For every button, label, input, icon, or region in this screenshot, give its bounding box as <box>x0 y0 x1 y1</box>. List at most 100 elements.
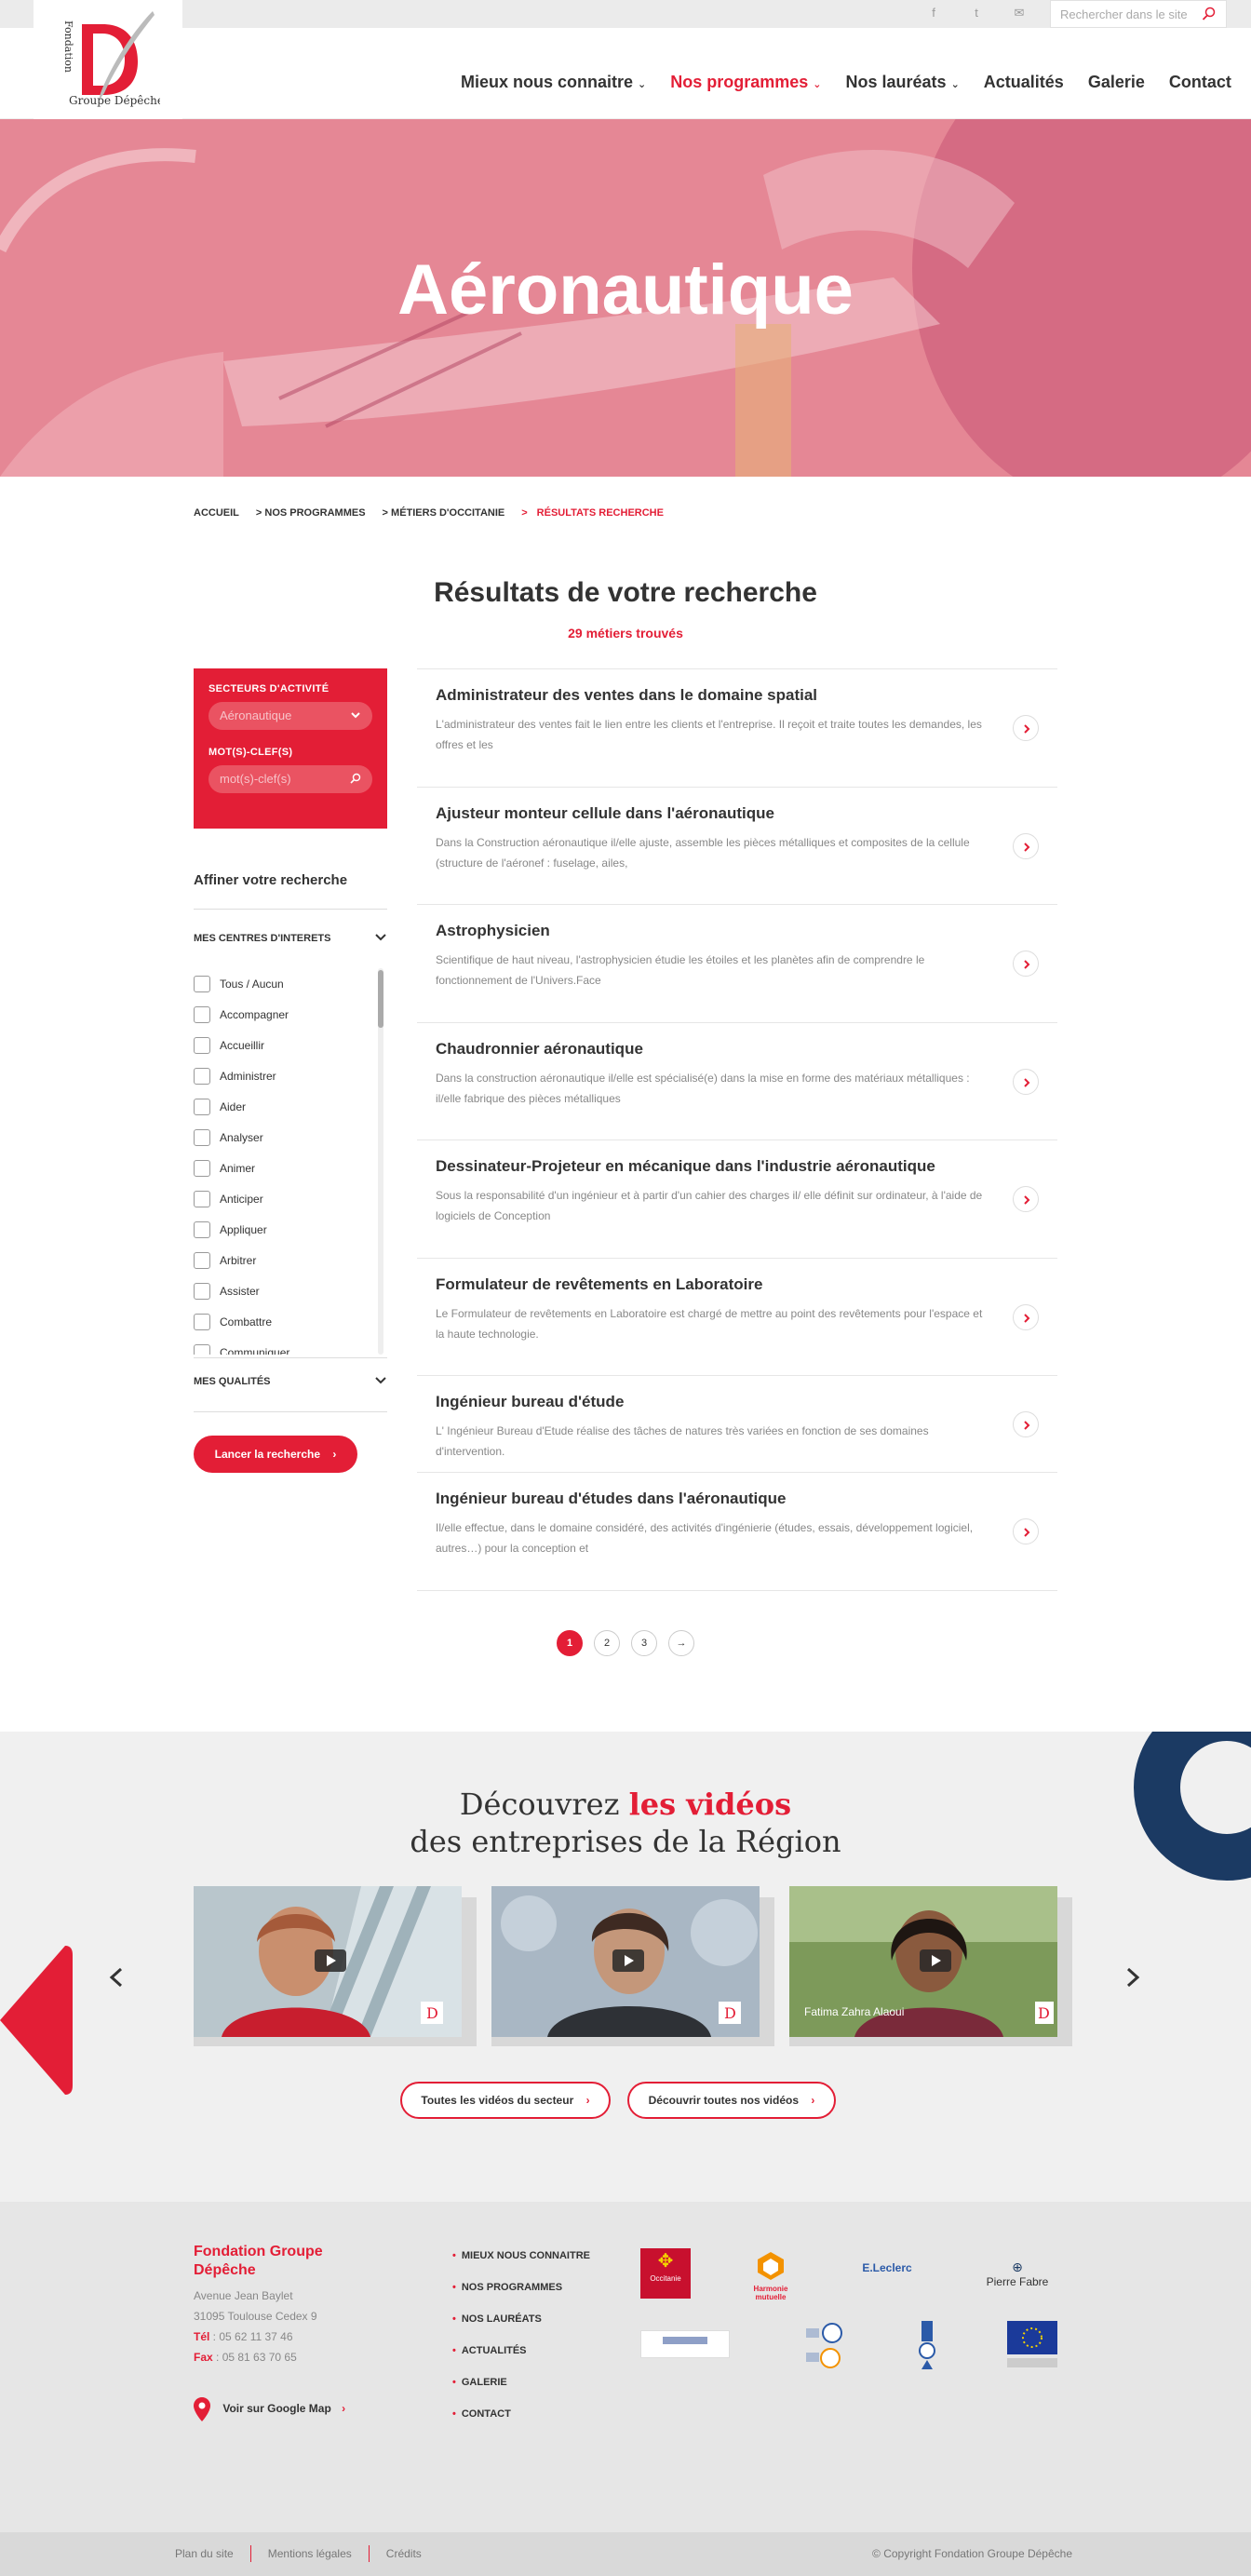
sector-videos-button[interactable]: Toutes les vidéos du secteur › <box>400 2082 611 2119</box>
scrollbar-thumb[interactable] <box>378 970 383 1028</box>
logo[interactable]: Fondation Groupe Dépêche <box>34 0 182 119</box>
twitter-icon[interactable]: t <box>969 6 984 20</box>
breadcrumb-metiers[interactable]: > MÉTIERS D'OCCITANIE <box>383 507 505 519</box>
checkbox-item[interactable]: Aider <box>194 1091 385 1122</box>
play-icon[interactable] <box>315 1949 346 1972</box>
partner-logo-pierre-fabre[interactable]: ⊕ Pierre Fabre <box>977 2259 1057 2288</box>
all-videos-button[interactable]: Découvrir toutes nos vidéos › <box>627 2082 836 2119</box>
checkbox[interactable] <box>194 1282 210 1300</box>
nav-item-nos-laureats[interactable]: Nos lauréats ⌄ <box>846 73 960 92</box>
breadcrumb-home[interactable]: ACCUEIL <box>194 507 239 519</box>
checkbox-item[interactable]: Communiquer <box>194 1337 385 1355</box>
launch-search-button[interactable]: Lancer la recherche › <box>194 1436 357 1473</box>
checkbox[interactable] <box>194 1098 210 1115</box>
breadcrumb-programmes[interactable]: > NOS PROGRAMMES <box>256 507 366 519</box>
checkbox[interactable] <box>194 1128 210 1146</box>
video-thumbnail[interactable]: D <box>491 1886 760 2037</box>
open-job-button[interactable] <box>1013 832 1039 859</box>
mail-icon[interactable]: ✉ <box>1012 6 1027 20</box>
open-job-button[interactable] <box>1013 1518 1039 1544</box>
checkbox-item[interactable]: Accueillir <box>194 1030 385 1060</box>
partner-logo-eu[interactable] <box>1007 2321 1057 2371</box>
partner-logo-kpmg[interactable] <box>640 2330 730 2358</box>
checkbox-item[interactable]: Administrer <box>194 1060 385 1091</box>
play-icon[interactable] <box>612 1949 644 1972</box>
footer-link[interactable]: • NOS PROGRAMMES <box>452 2282 590 2313</box>
sector-select[interactable]: Aéronautique <box>208 702 372 730</box>
keyword-input[interactable]: mot(s)-clef(s) <box>208 765 372 793</box>
open-job-button[interactable] <box>1013 1068 1039 1095</box>
play-icon[interactable] <box>920 1949 951 1972</box>
facebook-icon[interactable]: f <box>926 6 941 20</box>
page-1[interactable]: 1 <box>557 1630 583 1656</box>
nav-item-mieux-nous-connaitre[interactable]: Mieux nous connaitre ⌄ <box>461 73 646 92</box>
checkbox-item[interactable]: Combattre <box>194 1306 385 1337</box>
partner-logo-education[interactable] <box>804 2321 845 2369</box>
nav-item-galerie[interactable]: Galerie <box>1088 73 1145 92</box>
job-title[interactable]: Chaudronnier aéronautique <box>436 1040 983 1059</box>
open-job-button[interactable] <box>1013 1186 1039 1212</box>
list-item[interactable]: Administrateur des ventes dans le domain… <box>417 668 1057 787</box>
checkbox[interactable] <box>194 1343 210 1355</box>
next-page-button[interactable]: → <box>668 1630 694 1656</box>
checkbox-item[interactable]: Arbitrer <box>194 1245 385 1275</box>
checkbox[interactable] <box>194 1005 210 1023</box>
partner-logo-occitanie[interactable]: ✥ Occitanie <box>640 2248 691 2299</box>
checkbox[interactable] <box>194 1190 210 1207</box>
video-thumbnail[interactable]: D Fatima Zahra Alaoui <box>789 1886 1057 2037</box>
checkbox-item[interactable]: Appliquer <box>194 1214 385 1245</box>
checkbox-item[interactable]: Assister <box>194 1275 385 1306</box>
legal-notice-link[interactable]: Mentions légales <box>251 2545 370 2562</box>
checkbox[interactable] <box>194 975 210 992</box>
partner-logo-leclerc[interactable]: E.Leclerc <box>847 2261 927 2274</box>
checkbox-item[interactable]: Tous / Aucun <box>194 968 385 999</box>
list-item[interactable]: Astrophysicien Scientifique de haut nive… <box>417 904 1057 1022</box>
checkbox-item[interactable]: Analyser <box>194 1122 385 1153</box>
checkbox[interactable] <box>194 1067 210 1085</box>
job-title[interactable]: Dessinateur-Projeteur en mécanique dans … <box>436 1157 983 1176</box>
partner-logo-medal[interactable] <box>916 2321 938 2371</box>
checkbox[interactable] <box>194 1313 210 1330</box>
list-item[interactable]: Ingénieur bureau d'études dans l'aéronau… <box>417 1472 1057 1590</box>
nav-item-actualites[interactable]: Actualités <box>984 73 1064 92</box>
search-icon[interactable] <box>350 773 361 784</box>
video-thumbnail[interactable]: D <box>194 1886 462 2037</box>
checkbox-item[interactable]: Accompagner <box>194 999 385 1030</box>
checkbox[interactable] <box>194 1221 210 1238</box>
open-job-button[interactable] <box>1013 951 1039 977</box>
list-item[interactable]: Dessinateur-Projeteur en mécanique dans … <box>417 1140 1057 1258</box>
carousel-next-icon[interactable] <box>1121 1966 1143 1989</box>
accordion-qualities[interactable]: MES QUALITÉS <box>194 1376 387 1387</box>
list-item[interactable]: Chaudronnier aéronautique Dans la constr… <box>417 1022 1057 1140</box>
checklist-scrollbar[interactable] <box>378 968 383 1355</box>
footer-link[interactable]: • MIEUX NOUS CONNAITRE <box>452 2250 590 2282</box>
carousel-prev-icon[interactable] <box>106 1966 128 1989</box>
job-title[interactable]: Astrophysicien <box>436 922 983 940</box>
checkbox[interactable] <box>194 1159 210 1177</box>
job-title[interactable]: Administrateur des ventes dans le domain… <box>436 686 983 705</box>
partner-logo-harmonie[interactable]: Harmonie mutuelle <box>741 2250 800 2301</box>
job-title[interactable]: Ingénieur bureau d'études dans l'aéronau… <box>436 1490 983 1508</box>
nav-item-contact[interactable]: Contact <box>1169 73 1231 92</box>
open-job-button[interactable] <box>1013 715 1039 741</box>
job-title[interactable]: Formulateur de revêtements en Laboratoir… <box>436 1275 983 1294</box>
footer-link[interactable]: • GALERIE <box>452 2377 590 2408</box>
accordion-interests[interactable]: MES CENTRES D'INTERETS <box>194 933 387 944</box>
sitemap-link[interactable]: Plan du site <box>175 2545 251 2562</box>
list-item[interactable]: Formulateur de revêtements en Laboratoir… <box>417 1258 1057 1375</box>
list-item[interactable]: Ajusteur monteur cellule dans l'aéronaut… <box>417 787 1057 904</box>
footer-link[interactable]: • CONTACT <box>452 2408 590 2440</box>
checkbox[interactable] <box>194 1036 210 1054</box>
checkbox-item[interactable]: Anticiper <box>194 1183 385 1214</box>
search-icon[interactable] <box>1202 7 1217 21</box>
page-2[interactable]: 2 <box>594 1630 620 1656</box>
google-map-link[interactable]: Voir sur Google Map › <box>194 2397 345 2421</box>
checkbox-item[interactable]: Animer <box>194 1153 385 1183</box>
open-job-button[interactable] <box>1013 1303 1039 1330</box>
footer-link[interactable]: • NOS LAURÉATS <box>452 2313 590 2345</box>
footer-link[interactable]: • ACTUALITÉS <box>452 2345 590 2377</box>
site-search-input[interactable]: Rechercher dans le site <box>1050 0 1227 28</box>
list-item[interactable]: Ingénieur bureau d'étude L' Ingénieur Bu… <box>417 1375 1057 1472</box>
open-job-button[interactable] <box>1013 1410 1039 1437</box>
job-title[interactable]: Ingénieur bureau d'étude <box>436 1393 983 1411</box>
